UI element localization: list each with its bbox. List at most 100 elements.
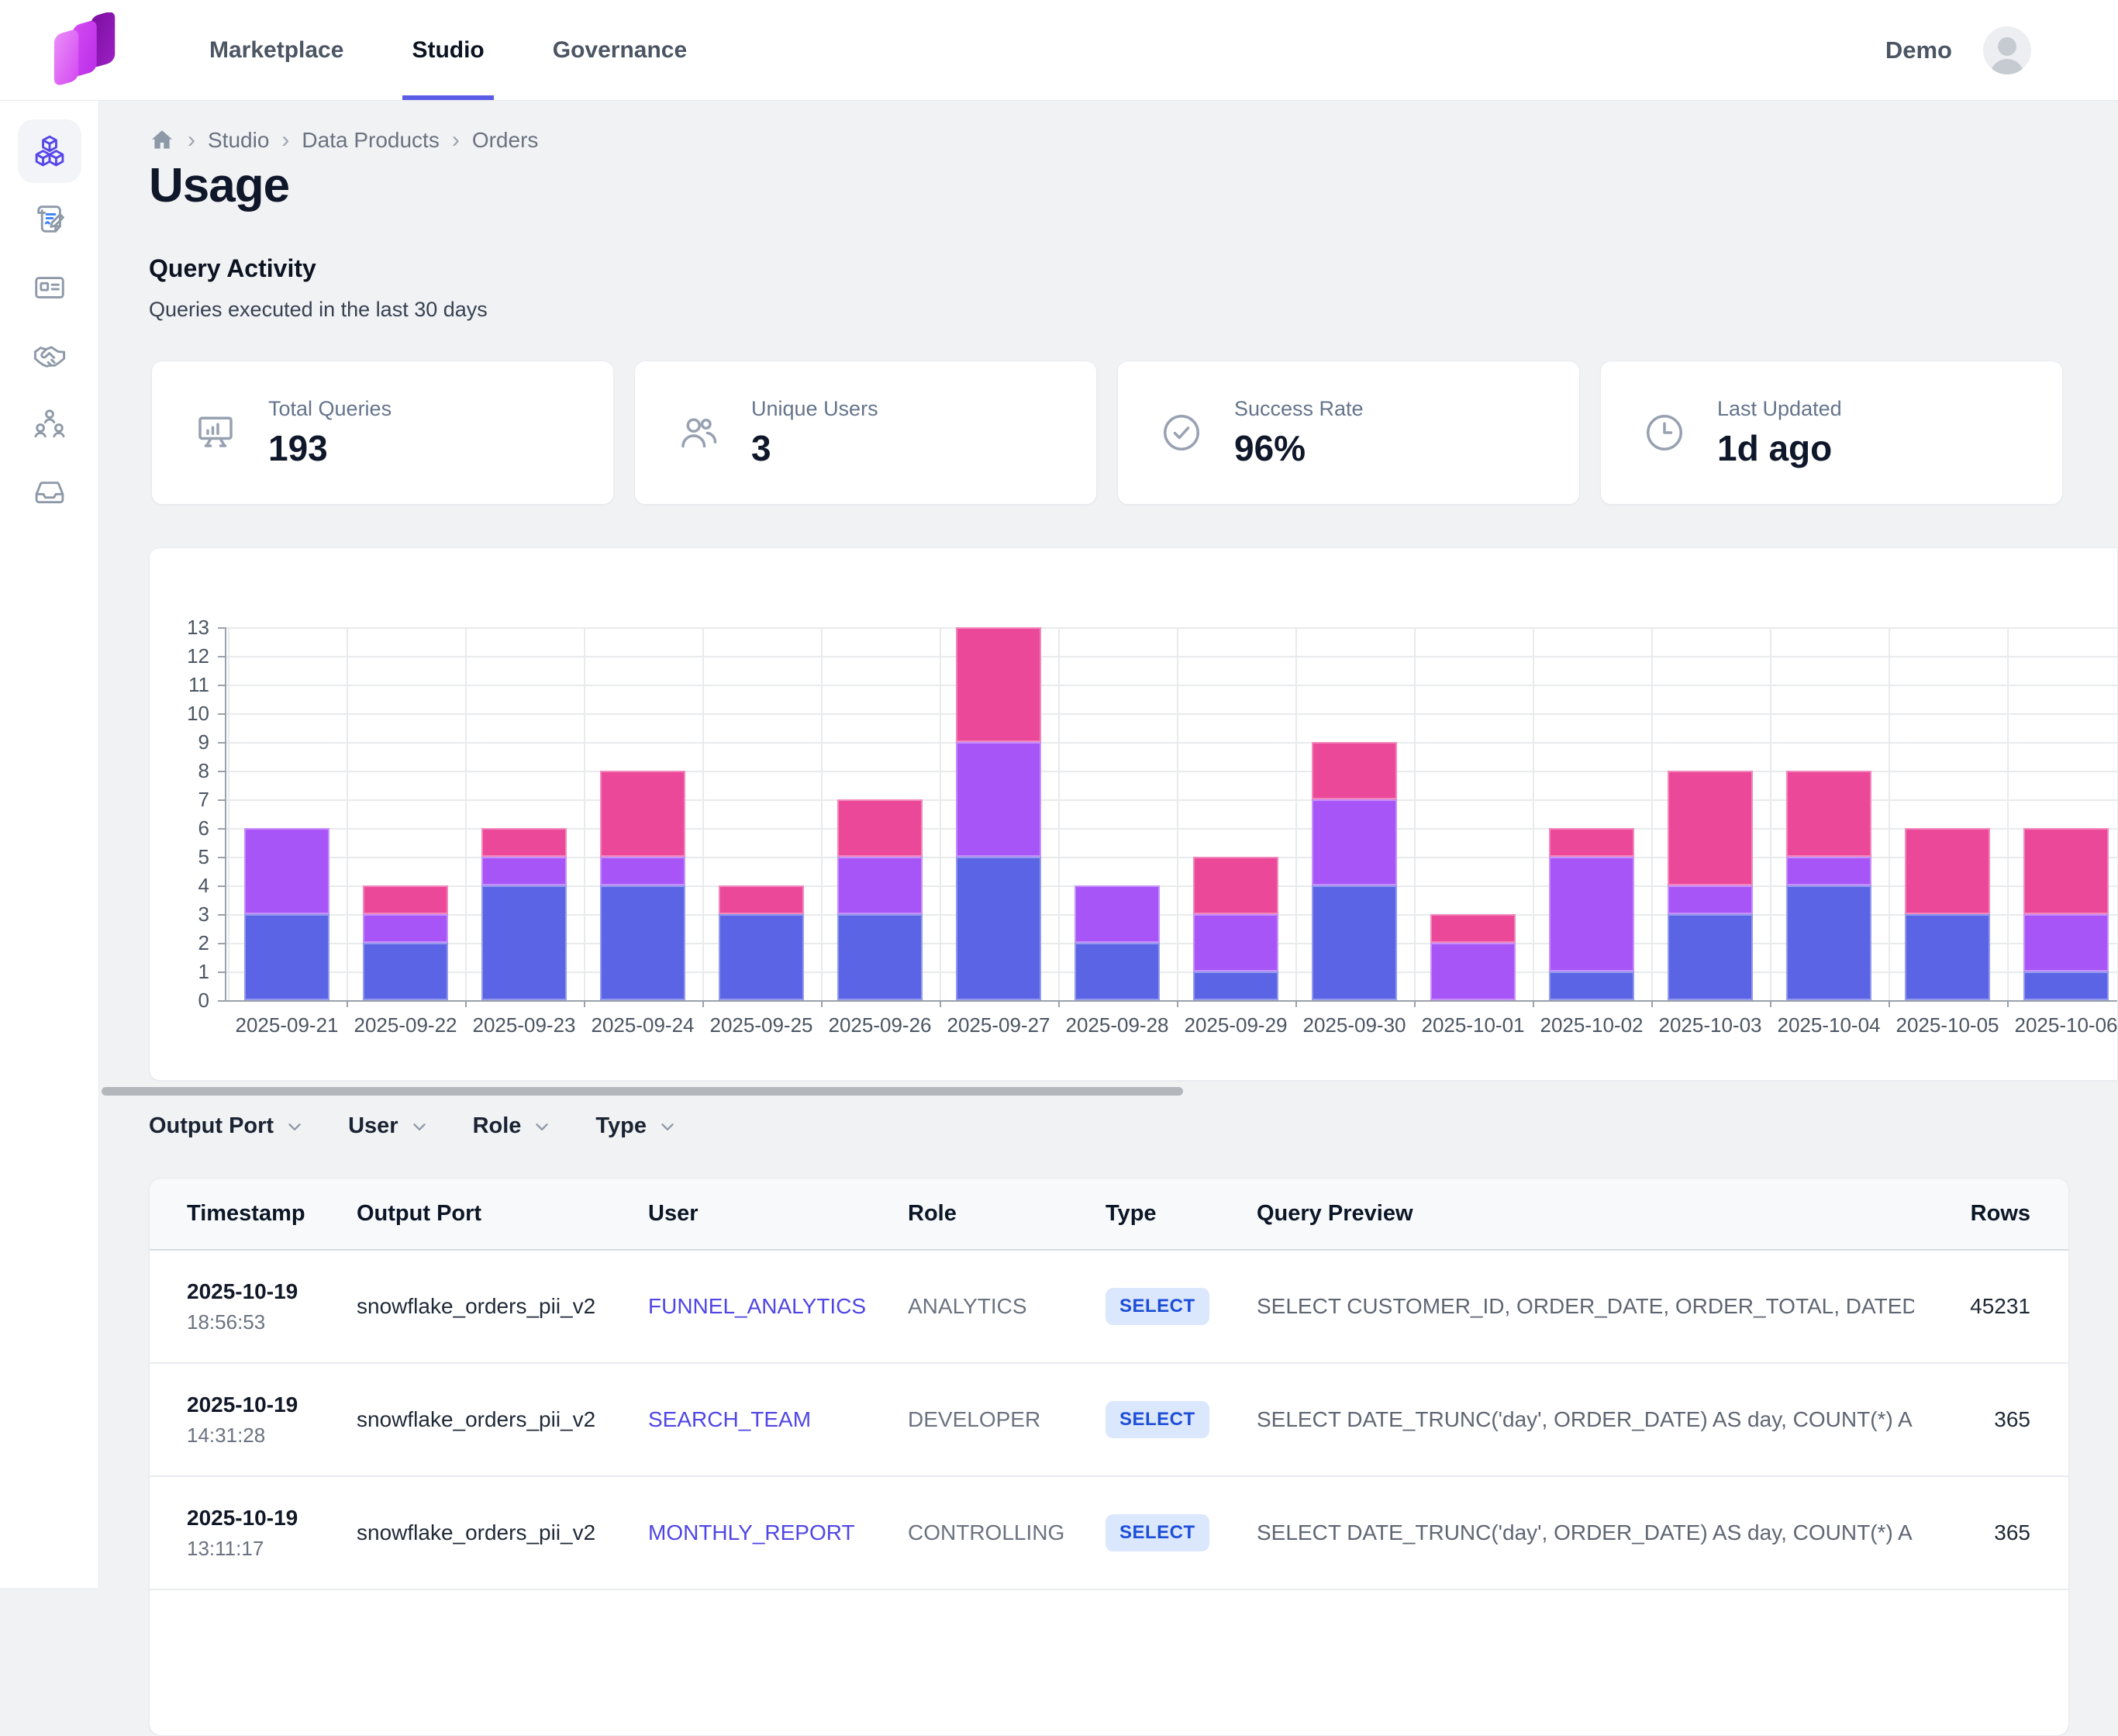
cell-output-port: snowflake_orders_pii_v2 [357, 1520, 648, 1545]
left-sidebar [0, 101, 99, 1588]
stat-label: Success Rate [1234, 397, 1364, 421]
y-axis-tick [218, 742, 225, 744]
home-icon[interactable] [149, 127, 175, 154]
bar-segment-series-purple-2025-09-27[interactable] [956, 742, 1041, 857]
bar-segment-series-pink-2025-10-03[interactable] [1668, 771, 1753, 885]
y-tick-label: 6 [150, 816, 209, 840]
filter-label: Type [595, 1113, 647, 1139]
sidebar-item-output-ports[interactable] [18, 256, 81, 319]
chart-horizontal-scrollbar[interactable] [102, 1087, 1183, 1096]
bar-segment-series-blue-2025-09-27[interactable] [956, 857, 1041, 1000]
nav-marketplace[interactable]: Marketplace [200, 0, 353, 100]
bar-segment-series-pink-2025-09-29[interactable] [1193, 857, 1278, 914]
filter-label: Output Port [149, 1113, 274, 1139]
x-category-label: 2025-10-03 [1651, 1013, 1769, 1037]
bar-segment-series-purple-2025-09-23[interactable] [481, 857, 567, 885]
bar-segment-series-blue-2025-09-28[interactable] [1075, 943, 1160, 1000]
bar-segment-series-pink-2025-09-26[interactable] [837, 799, 923, 857]
sidebar-item-data-contracts[interactable] [18, 188, 81, 251]
bar-segment-series-blue-2025-10-05[interactable] [1905, 914, 1990, 1000]
nav-governance[interactable]: Governance [543, 0, 696, 100]
main-content: › Studio › Data Products › Orders Usage … [99, 101, 2118, 1588]
bar-segment-series-purple-2025-10-06[interactable] [2023, 914, 2109, 972]
stat-label: Last Updated [1717, 397, 1842, 421]
filter-type[interactable]: Type [595, 1113, 678, 1139]
bar-segment-series-blue-2025-09-26[interactable] [837, 914, 923, 1000]
user-menu[interactable]: Demo [1885, 26, 2031, 74]
breadcrumb-separator: › [281, 127, 289, 154]
bar-segment-series-blue-2025-09-29[interactable] [1193, 972, 1278, 1000]
bar-segment-series-pink-2025-09-24[interactable] [600, 771, 685, 857]
bar-segment-series-purple-2025-10-04[interactable] [1786, 857, 1871, 885]
filter-role[interactable]: Role [473, 1113, 553, 1139]
x-axis-tick [1533, 1000, 1534, 1007]
stat-value: 3 [751, 427, 878, 469]
cell-user-link[interactable]: MONTHLY_REPORT [648, 1520, 908, 1545]
breadcrumb-orders: Orders [472, 128, 539, 153]
x-category-label: 2025-09-21 [228, 1013, 346, 1037]
sidebar-item-inbox[interactable] [18, 461, 81, 524]
bar-segment-series-purple-2025-09-26[interactable] [837, 857, 923, 914]
cell-user-link[interactable]: SEARCH_TEAM [648, 1407, 908, 1432]
bar-segment-series-purple-2025-09-29[interactable] [1193, 914, 1278, 972]
bar-segment-series-pink-2025-10-01[interactable] [1430, 914, 1516, 943]
bar-segment-series-purple-2025-10-02[interactable] [1549, 857, 1634, 972]
x-category-label: 2025-09-22 [347, 1013, 464, 1037]
bar-segment-series-blue-2025-09-23[interactable] [481, 885, 567, 1000]
x-category-label: 2025-10-06 [2007, 1013, 2118, 1037]
bar-segment-series-pink-2025-09-25[interactable] [719, 885, 804, 914]
x-category-label: 2025-09-25 [702, 1013, 820, 1037]
bar-segment-series-blue-2025-10-04[interactable] [1786, 885, 1871, 1000]
bar-segment-series-pink-2025-10-05[interactable] [1905, 828, 1990, 914]
sidebar-item-data-products[interactable] [18, 119, 81, 183]
query-type-badge: SELECT [1106, 1288, 1209, 1325]
bar-segment-series-purple-2025-09-22[interactable] [363, 914, 448, 943]
nav-studio[interactable]: Studio [402, 0, 493, 100]
app-logo[interactable] [48, 12, 124, 88]
bar-segment-series-pink-2025-10-02[interactable] [1549, 828, 1634, 857]
y-axis-tick [218, 799, 225, 801]
clock-icon [1641, 409, 1688, 456]
bar-segment-series-blue-2025-09-22[interactable] [363, 943, 448, 1000]
x-axis-tick [1058, 1000, 1060, 1007]
bar-segment-series-blue-2025-10-02[interactable] [1549, 972, 1634, 1000]
bar-segment-series-purple-2025-09-30[interactable] [1312, 799, 1397, 885]
breadcrumb-data-products[interactable]: Data Products [302, 128, 439, 153]
bar-segment-series-pink-2025-09-27[interactable] [956, 627, 1041, 742]
bar-segment-series-blue-2025-09-25[interactable] [719, 914, 804, 1000]
y-axis-tick [218, 771, 225, 772]
bar-segment-series-blue-2025-09-21[interactable] [244, 914, 329, 1000]
y-tick-label: 1 [150, 960, 209, 984]
users-icon [675, 409, 722, 456]
filter-output-port[interactable]: Output Port [149, 1113, 305, 1139]
contract-scroll-icon [32, 202, 67, 237]
bar-segment-series-pink-2025-10-04[interactable] [1786, 771, 1871, 857]
sidebar-item-teams[interactable] [18, 392, 81, 456]
id-card-icon [32, 270, 67, 305]
stat-value: 96% [1234, 427, 1364, 469]
sidebar-item-agreements[interactable] [18, 324, 81, 388]
bar-segment-series-purple-2025-09-28[interactable] [1075, 885, 1160, 943]
gridline-x [702, 627, 704, 1000]
y-tick-label: 12 [150, 644, 209, 668]
bar-segment-series-purple-2025-10-03[interactable] [1668, 885, 1753, 914]
gridline-x [584, 627, 585, 1000]
bar-segment-series-purple-2025-10-01[interactable] [1430, 943, 1516, 1000]
bar-segment-series-pink-2025-09-30[interactable] [1312, 742, 1397, 799]
bar-segment-series-pink-2025-09-23[interactable] [481, 828, 567, 857]
gridline-y-11 [225, 685, 2117, 686]
presentation-chart-icon [192, 409, 239, 456]
breadcrumb-studio[interactable]: Studio [208, 128, 269, 153]
bar-segment-series-pink-2025-09-22[interactable] [363, 885, 448, 914]
y-tick-label: 8 [150, 759, 209, 783]
bar-segment-series-purple-2025-09-21[interactable] [244, 828, 329, 914]
y-tick-label: 5 [150, 845, 209, 869]
bar-segment-series-purple-2025-09-24[interactable] [600, 857, 685, 885]
bar-segment-series-pink-2025-10-06[interactable] [2023, 828, 2109, 914]
bar-segment-series-blue-2025-10-06[interactable] [2023, 972, 2109, 1000]
bar-segment-series-blue-2025-09-30[interactable] [1312, 885, 1397, 1000]
cell-user-link[interactable]: FUNNEL_ANALYTICS [648, 1294, 908, 1319]
filter-user[interactable]: User [348, 1113, 429, 1139]
bar-segment-series-blue-2025-10-03[interactable] [1668, 914, 1753, 1000]
bar-segment-series-blue-2025-09-24[interactable] [600, 885, 685, 1000]
